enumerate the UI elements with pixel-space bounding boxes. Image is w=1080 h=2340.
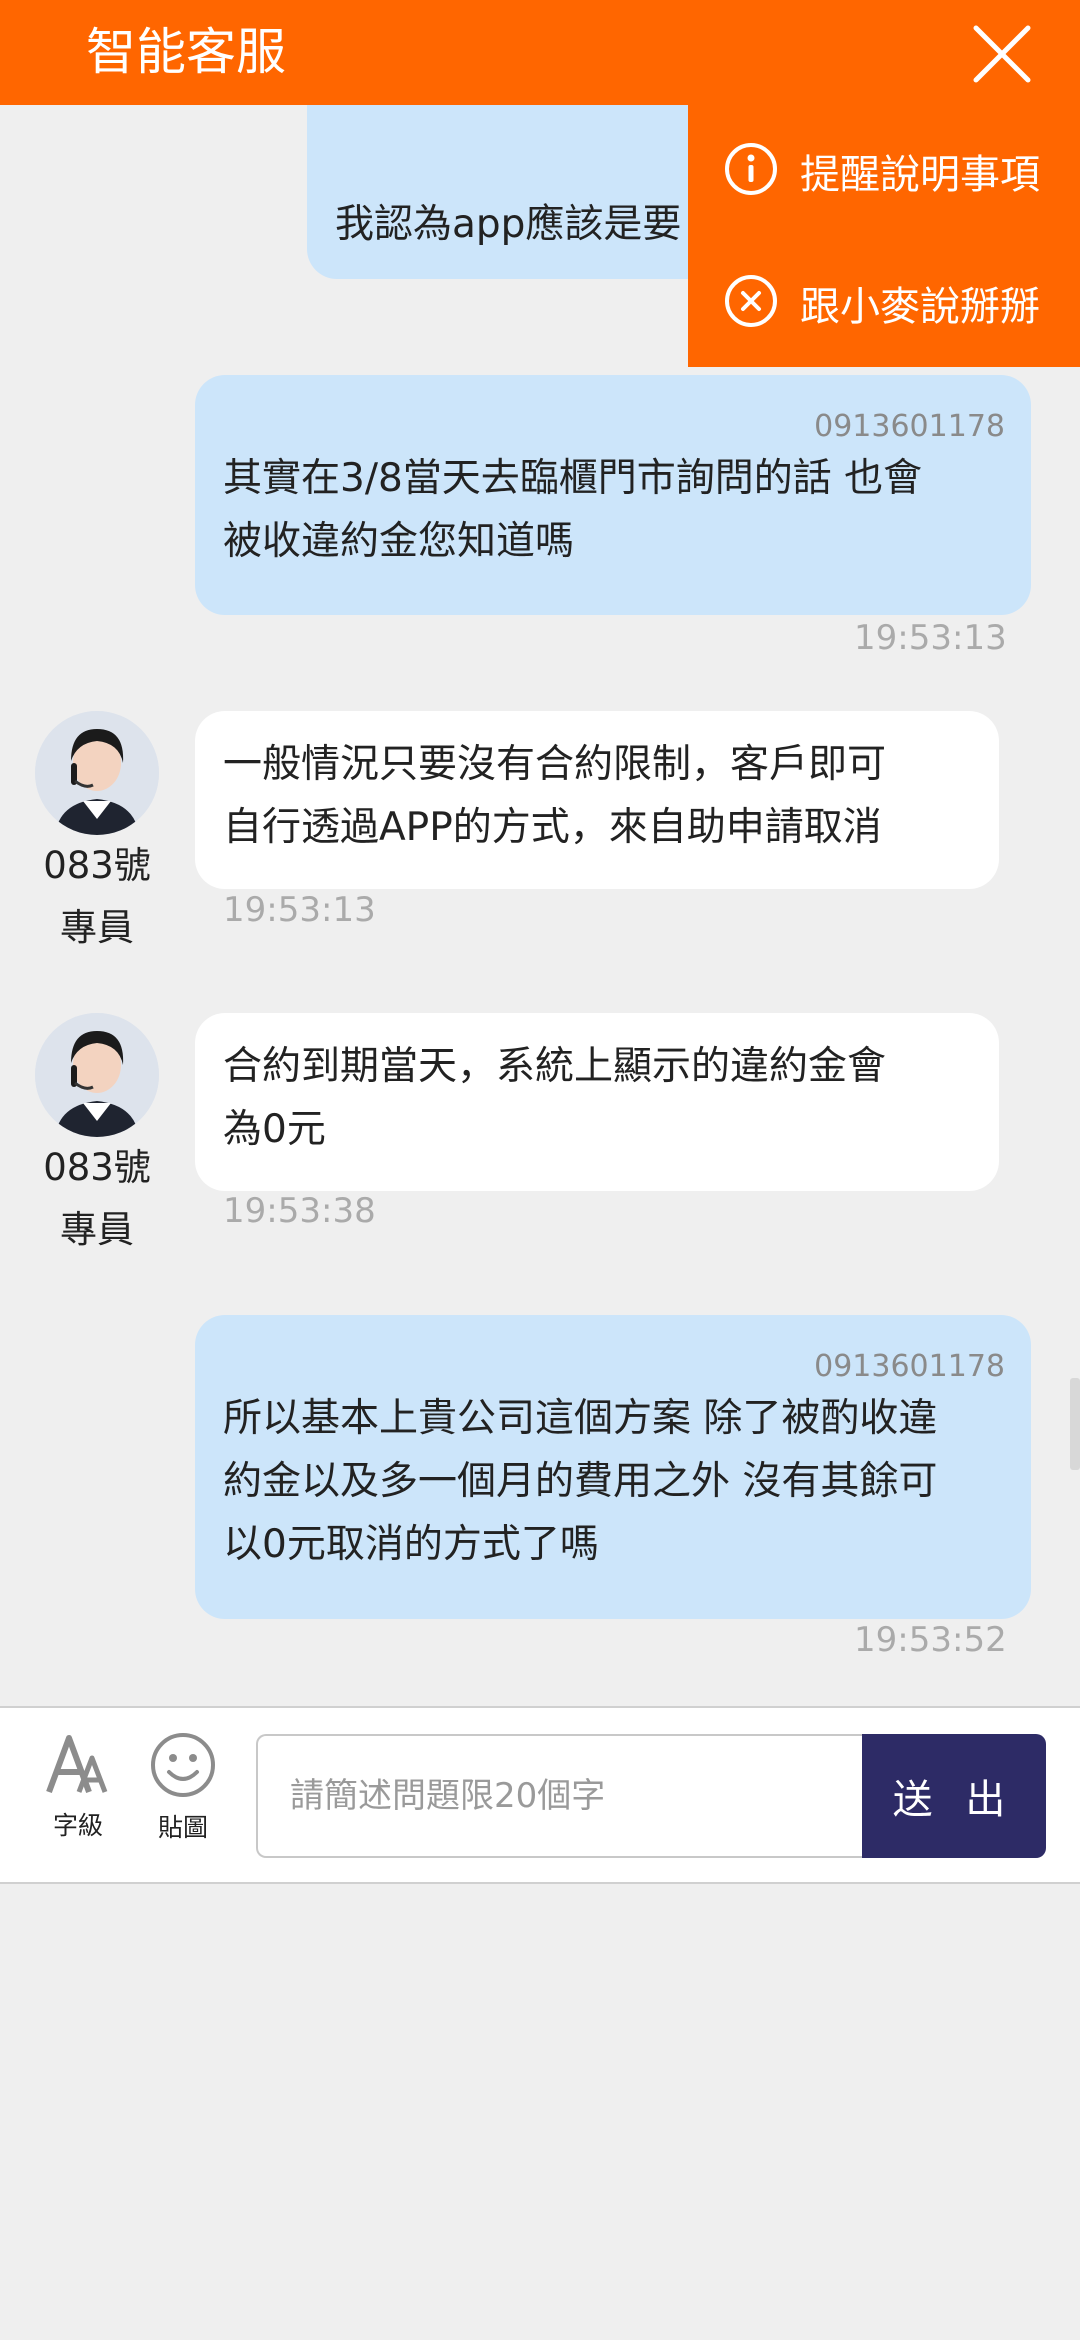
agent-name: 083號 專員 xyxy=(43,844,151,949)
header-bar: 智能客服 xyxy=(0,0,1080,105)
message-input[interactable] xyxy=(256,1734,864,1858)
message-line: 其實在3/8當天去臨櫃門市詢問的話 也會 xyxy=(223,456,923,501)
send-button[interactable]: 送 出 xyxy=(862,1734,1046,1858)
message-line: 所以基本上貴公司這個方案 除了被酌收違 xyxy=(223,1396,938,1441)
menu-item-reminder[interactable]: 提醒說明事項 xyxy=(724,131,1040,211)
sender-phone: 0913601178 xyxy=(814,409,1005,444)
scrollbar[interactable] xyxy=(1070,1378,1080,1470)
close-circle-icon xyxy=(724,274,778,332)
agent-avatar xyxy=(35,1013,159,1137)
agent-message: 合約到期當天，系統上顯示的違約金會 為0元 xyxy=(195,1013,999,1191)
input-bar: 字級 貼圖 送 出 xyxy=(0,1706,1080,1884)
sticker-button[interactable]: 貼圖 xyxy=(143,1732,223,1844)
sticker-label: 貼圖 xyxy=(157,1813,208,1842)
sender-phone: 0913601178 xyxy=(814,1349,1005,1384)
font-size-button[interactable]: 字級 xyxy=(38,1732,118,1842)
font-size-label: 字級 xyxy=(52,1811,103,1840)
message-time: 19:53:13 xyxy=(223,890,376,930)
message-time: 19:53:52 xyxy=(854,1620,1007,1660)
font-size-icon xyxy=(43,1735,113,1800)
message-line: 自行透過APP的方式，來自助申請取消 xyxy=(223,805,882,850)
message-line: 為0元 xyxy=(223,1107,326,1152)
menu-item-label: 提醒說明事項 xyxy=(800,152,1040,198)
user-message: 0913601178 所以基本上貴公司這個方案 除了被酌收違 約金以及多一個月的… xyxy=(195,1315,1031,1619)
user-message: 我認為app應該是要 xyxy=(307,105,727,279)
message-line: 合約到期當天，系統上顯示的違約金會 xyxy=(223,1044,887,1089)
menu-item-goodbye[interactable]: 跟小麥說掰掰 xyxy=(724,263,1040,343)
options-menu: 提醒說明事項 跟小麥說掰掰 xyxy=(688,105,1080,367)
info-icon xyxy=(724,142,778,200)
agent-avatar xyxy=(35,711,159,835)
message-line: 被收違約金您知道嗎 xyxy=(223,519,575,564)
close-icon[interactable] xyxy=(970,22,1034,86)
message-line: 一般情況只要沒有合約限制，客戶即可 xyxy=(223,742,887,787)
message-line: 以0元取消的方式了嗎 xyxy=(223,1522,599,1567)
message-text: 我認為app應該是要 xyxy=(335,202,682,247)
smiley-icon xyxy=(150,1733,216,1802)
user-message: 0913601178 其實在3/8當天去臨櫃門市詢問的話 也會 被收違約金您知道… xyxy=(195,375,1031,615)
agent-name: 083號 專員 xyxy=(43,1146,151,1251)
message-time: 19:53:13 xyxy=(854,618,1007,658)
page-title: 智能客服 xyxy=(86,23,286,81)
message-time: 19:53:38 xyxy=(223,1191,376,1231)
menu-item-label: 跟小麥說掰掰 xyxy=(800,284,1040,330)
agent-message: 一般情況只要沒有合約限制，客戶即可 自行透過APP的方式，來自助申請取消 xyxy=(195,711,999,889)
message-line: 約金以及多一個月的費用之外 沒有其餘可 xyxy=(223,1459,938,1504)
